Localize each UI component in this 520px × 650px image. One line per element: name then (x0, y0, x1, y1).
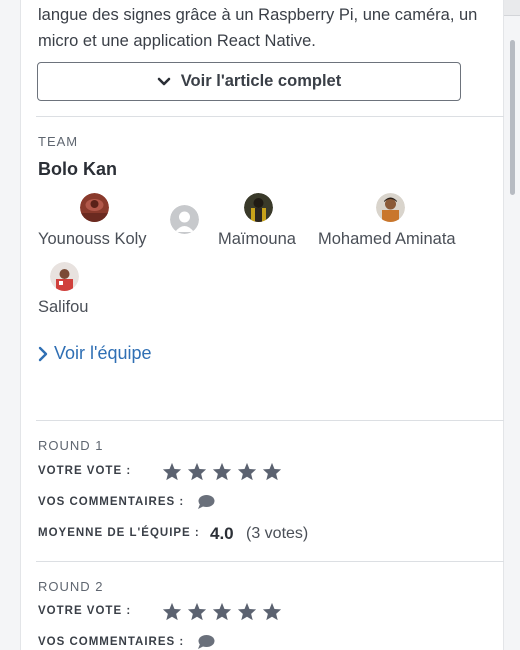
star-icon[interactable] (212, 462, 232, 481)
star-rating[interactable] (162, 602, 287, 621)
star-icon[interactable] (237, 602, 257, 621)
divider (36, 116, 504, 117)
star-rating[interactable] (162, 462, 287, 481)
your-vote-label: VOTRE VOTE : (38, 465, 132, 477)
star-icon[interactable] (212, 602, 232, 621)
comment-icon[interactable] (197, 634, 215, 650)
star-icon[interactable] (162, 462, 182, 481)
your-comments-label: VOS COMMENTAIRES : (38, 636, 185, 648)
see-team-label: Voir l'équipe (54, 343, 152, 363)
chevron-down-icon (157, 77, 171, 85)
star-icon[interactable] (187, 462, 207, 481)
your-vote-label: VOTRE VOTE : (38, 605, 132, 617)
team-average-value: 4.0 (210, 524, 234, 543)
star-icon[interactable] (187, 602, 207, 621)
member-name: Maïmouna (218, 230, 296, 248)
member-name: Younouss Koly (38, 230, 147, 248)
see-full-article-button[interactable]: Voir l'article complet (37, 62, 461, 101)
your-comments-label: VOS COMMENTAIRES : (38, 496, 185, 508)
default-user-icon (170, 205, 199, 234)
divider (36, 561, 504, 562)
round-label: ROUND 1 (38, 438, 104, 453)
avatar (80, 193, 109, 222)
member-name: Salifou (38, 298, 89, 316)
avatar (244, 193, 273, 222)
avatar (50, 262, 79, 291)
see-team-link[interactable]: Voir l'équipe (38, 343, 152, 364)
star-icon[interactable] (237, 462, 257, 481)
member-name: Mohamed Aminata (318, 230, 456, 248)
see-full-article-label: Voir l'article complet (180, 72, 342, 90)
project-description: langue des signes grâce à un Raspberry P… (38, 6, 478, 50)
scrollbar[interactable] (510, 40, 515, 195)
star-icon[interactable] (262, 602, 282, 621)
vote-count: (3 votes) (246, 525, 309, 542)
team-name: Bolo Kan (38, 159, 117, 179)
comment-icon[interactable] (197, 494, 215, 510)
star-icon[interactable] (262, 462, 282, 481)
chevron-right-icon (38, 346, 48, 361)
divider (36, 420, 504, 421)
team-average-label: MOYENNE DE L'ÉQUIPE : (38, 527, 200, 539)
star-icon[interactable] (162, 602, 182, 621)
avatar (376, 193, 405, 222)
team-section-label: TEAM (38, 134, 79, 149)
round-label: ROUND 2 (38, 579, 104, 594)
